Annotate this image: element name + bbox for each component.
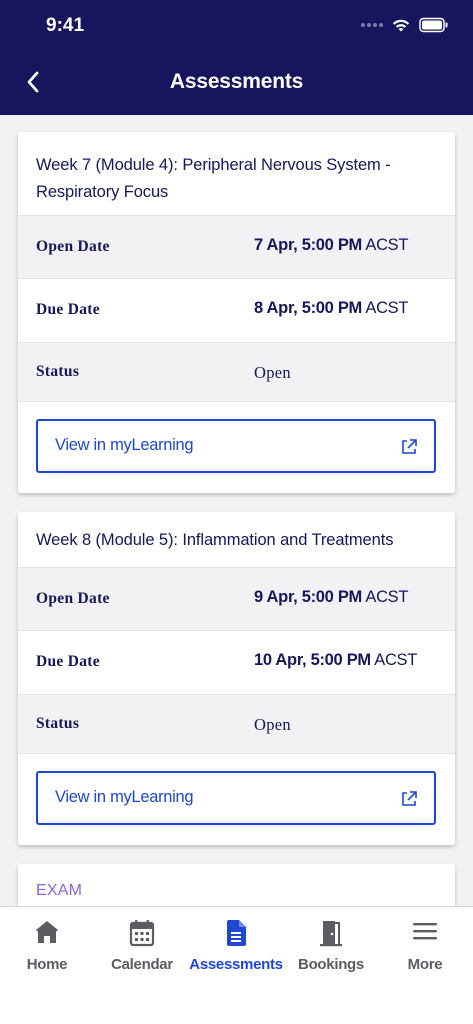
status-bar: 9:41	[0, 0, 473, 50]
assessment-card: Week 7 (Module 4): Peripheral Nervous Sy…	[18, 132, 455, 493]
tab-label: Bookings	[298, 956, 364, 973]
tab-label: Home	[26, 956, 68, 973]
status-icons	[361, 15, 449, 35]
nav-bar: Assessments	[0, 55, 473, 111]
open-date-label: Open Date	[36, 238, 110, 255]
assessment-card: Week 8 (Module 5): Inflammation and Trea…	[18, 512, 455, 845]
document-icon	[227, 920, 246, 946]
due-date-value: 10 Apr, 5:00 PM ACST	[254, 651, 418, 669]
view-in-mylearning-button[interactable]: View in myLearning	[36, 419, 436, 473]
tab-home[interactable]: Home	[0, 907, 94, 997]
view-in-mylearning-label: View in myLearning	[55, 436, 194, 454]
tab-label: More	[407, 956, 443, 973]
status-row: Status Open	[18, 342, 455, 401]
tab-assessments[interactable]: Assessments	[189, 907, 283, 997]
tab-bookings[interactable]: Bookings	[284, 907, 378, 997]
battery-icon	[419, 17, 448, 33]
open-date-label: Open Date	[36, 590, 110, 607]
view-in-mylearning-label: View in myLearning	[55, 788, 194, 806]
tab-more[interactable]: More	[378, 907, 472, 997]
menu-icon	[413, 923, 437, 940]
calendar-icon	[129, 920, 155, 947]
status-value: Open	[254, 363, 291, 382]
view-in-mylearning-button[interactable]: View in myLearning	[36, 771, 436, 825]
assessment-title: Week 8 (Module 5): Inflammation and Trea…	[36, 531, 394, 549]
open-date-row: Open Date 9 Apr, 5:00 PM ACST	[18, 567, 455, 630]
due-date-label: Due Date	[36, 301, 100, 318]
status-label: Status	[36, 715, 80, 732]
status-value: Open	[254, 715, 291, 734]
assessment-list[interactable]: Week 7 (Module 4): Peripheral Nervous Sy…	[0, 115, 473, 907]
status-label: Status	[36, 363, 80, 380]
status-time: 9:41	[46, 15, 85, 36]
exam-card[interactable]: EXAM	[18, 864, 455, 907]
external-link-icon	[402, 439, 417, 454]
due-date-row: Due Date 10 Apr, 5:00 PM ACST	[18, 630, 455, 693]
page-title: Assessments	[169, 70, 304, 93]
due-date-row: Due Date 8 Apr, 5:00 PM ACST	[18, 278, 455, 341]
open-date-row: Open Date 7 Apr, 5:00 PM ACST	[18, 215, 455, 278]
home-icon	[36, 921, 58, 943]
app-header: 9:41 Assessments	[0, 0, 473, 115]
tab-label: Calendar	[111, 956, 173, 973]
exam-label: EXAM	[36, 882, 83, 899]
due-date-value: 8 Apr, 5:00 PM ACST	[254, 299, 409, 317]
tab-calendar[interactable]: Calendar	[95, 907, 189, 997]
due-date-label: Due Date	[36, 653, 100, 670]
signal-icon	[361, 23, 383, 27]
wifi-icon	[392, 19, 410, 32]
open-date-value: 7 Apr, 5:00 PM ACST	[254, 236, 409, 254]
status-row: Status Open	[18, 694, 455, 753]
open-date-value: 9 Apr, 5:00 PM ACST	[254, 588, 409, 606]
tab-bar: Home Calendar Assessments Bookings More	[0, 906, 473, 1024]
door-icon	[320, 921, 342, 947]
tab-label: Assessments	[189, 956, 283, 973]
assessment-title: Week 7 (Module 4): Peripheral Nervous Sy…	[36, 156, 391, 201]
external-link-icon	[402, 791, 417, 806]
